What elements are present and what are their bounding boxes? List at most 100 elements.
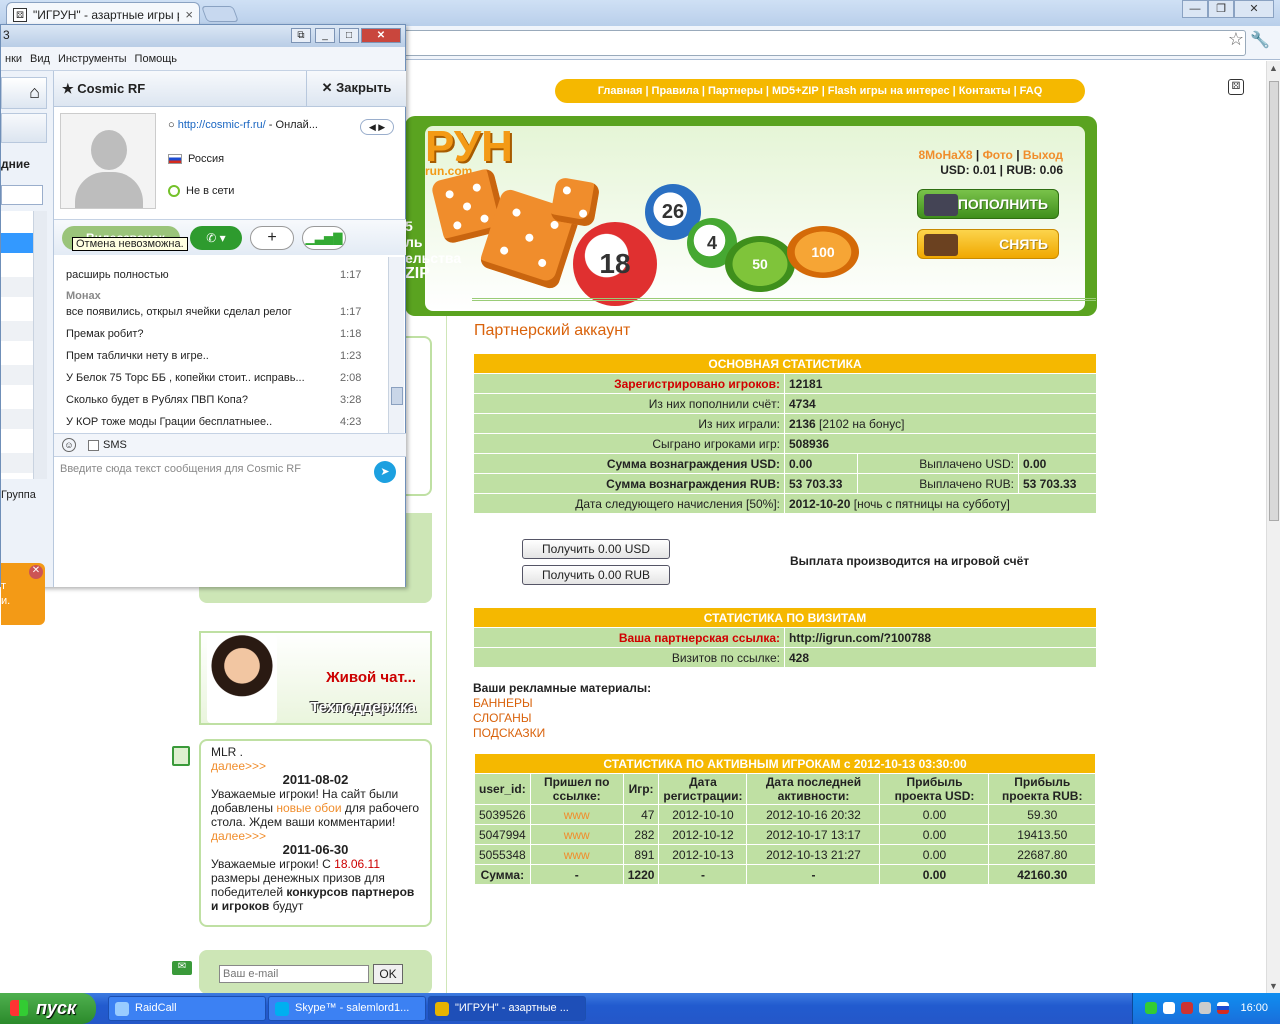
nav-contacts[interactable]: Контакты	[957, 85, 1013, 97]
taskbar-item-chrome[interactable]: "ИГРУН" - азартные ...	[428, 996, 586, 1021]
language-flag-icon[interactable]	[1217, 1002, 1229, 1014]
scroll-down-icon[interactable]: ▼	[1269, 981, 1278, 991]
get-usd-button[interactable]: Получить 0.00 USD	[522, 539, 670, 559]
tray-icon[interactable]	[1163, 1002, 1175, 1014]
stat-label: Ваша партнерская ссылка:	[474, 628, 784, 647]
sidebar-tab[interactable]	[1, 113, 47, 143]
www-link[interactable]: www	[530, 825, 623, 844]
skype-minimize-button[interactable]: _	[315, 28, 335, 43]
photo-link[interactable]: Фото	[983, 148, 1013, 162]
sms-checkbox[interactable]: SMS	[88, 439, 127, 451]
tray-icon[interactable]	[1199, 1002, 1211, 1014]
column-divider	[446, 316, 447, 993]
minimize-button[interactable]: —	[1182, 0, 1208, 18]
browser-titlebar: ⚄ "ИГРУН" - азартные игры ра × — ❐ ✕	[0, 0, 1280, 26]
chat-scrollbar[interactable]	[388, 257, 404, 433]
subscribe-ok-button[interactable]: OK	[373, 964, 403, 984]
tray-icon[interactable]	[1145, 1002, 1157, 1014]
contact-search-input[interactable]	[1, 185, 43, 205]
contact-item[interactable]	[1, 453, 33, 473]
emoticon-icon[interactable]: ☺	[62, 438, 76, 452]
news-more-link[interactable]: далее>>>	[211, 829, 420, 843]
nav-home[interactable]: Главная	[596, 85, 645, 97]
logout-link[interactable]: Выход	[1023, 148, 1063, 162]
close-window-button[interactable]: ✕	[1234, 0, 1274, 18]
contact-item[interactable]	[1, 365, 33, 385]
call-quality-icon[interactable]: ▁▃▅▇	[302, 226, 346, 250]
tab-close-icon[interactable]: ×	[185, 7, 193, 22]
call-button[interactable]: ✆ ▾	[190, 226, 242, 250]
contact-item[interactable]	[1, 321, 33, 341]
get-rub-button[interactable]: Получить 0.00 RUB	[522, 565, 670, 585]
start-button[interactable]: пуск	[0, 993, 96, 1024]
offline-status-icon	[168, 185, 180, 198]
live-chat-label: Живой чат...	[326, 669, 416, 686]
menu-item[interactable]: нки	[1, 53, 26, 65]
nav-partners[interactable]: Партнеры	[706, 85, 765, 97]
slogans-link[interactable]: СЛОГАНЫ	[473, 711, 651, 726]
group-label[interactable]: Группа	[1, 489, 36, 501]
table-cell: 0.00	[880, 825, 989, 844]
menu-help[interactable]: Помощь	[131, 53, 182, 65]
skype-menubar: нки Вид Инструменты Помощь	[1, 47, 405, 71]
skype-close-button[interactable]: ✕	[361, 28, 401, 43]
message-input[interactable]: Введите сюда текст сообщения для Cosmic …	[60, 463, 301, 475]
contact-selected[interactable]	[1, 233, 33, 253]
hints-link[interactable]: ПОДСКАЗКИ	[473, 726, 651, 741]
stat-value: 0.00	[1019, 454, 1096, 473]
page-scrollbar[interactable]: ▲ ▼	[1266, 61, 1280, 993]
banners-link[interactable]: БАННЕРЫ	[473, 696, 651, 711]
email-field[interactable]	[219, 965, 369, 983]
nav-md5zip[interactable]: MD5+ZIP	[770, 85, 821, 97]
news-more-link[interactable]: далее>>>	[211, 759, 420, 773]
chat-scroll-thumb[interactable]	[391, 387, 403, 405]
stat-label: Дата следующего начисления [50%]:	[474, 494, 784, 513]
withdraw-button[interactable]: СНЯТЬ	[917, 229, 1059, 259]
column-header: user_id:	[475, 774, 530, 804]
nav-rules[interactable]: Правила	[650, 85, 701, 97]
www-link[interactable]: www	[530, 805, 623, 824]
contact-item[interactable]	[1, 277, 33, 297]
mood-link[interactable]: http://cosmic-rf.ru/	[178, 119, 266, 131]
taskbar-item-raidcall[interactable]: RaidCall	[108, 996, 266, 1021]
news-text: MLR .	[211, 745, 244, 759]
chat-history: расширь полностью 1:17 Монах все появилис…	[54, 257, 388, 433]
address-bar[interactable]	[400, 30, 1246, 56]
nav-faq[interactable]: FAQ	[1018, 85, 1045, 97]
add-button[interactable]: +	[250, 226, 294, 250]
www-link[interactable]: www	[530, 845, 623, 864]
contact-list	[1, 211, 47, 479]
table-cell: 5039526	[475, 805, 530, 824]
contact-scrollbar[interactable]	[33, 211, 47, 479]
tray-icon[interactable]	[1181, 1002, 1193, 1014]
stat-label: Из них играли:	[474, 414, 784, 433]
menu-tools[interactable]: Инструменты	[54, 53, 131, 65]
home-icon[interactable]: ⌂	[1, 77, 47, 109]
send-icon[interactable]: ➤	[374, 461, 396, 483]
table-cell: 2012-10-13 21:27	[747, 845, 880, 864]
partner-link[interactable]: http://igrun.com/?100788	[785, 628, 1096, 647]
skype-maximize-button[interactable]: □	[339, 28, 359, 43]
mood-scroll-arrows[interactable]: ◀ ▶	[360, 119, 394, 135]
contact-name: ★ Cosmic RF	[62, 81, 146, 96]
close-conversation-button[interactable]: ✕ Закрыть	[306, 71, 406, 107]
wrench-menu-icon[interactable]: 🔧	[1250, 30, 1270, 50]
taskbar-item-skype[interactable]: Skype™ - salemlord1...	[268, 996, 426, 1021]
browser-tab[interactable]: ⚄ "ИГРУН" - азартные игры ра ×	[6, 2, 200, 26]
topup-button[interactable]: ПОПОЛНИТЬ	[917, 189, 1059, 219]
maximize-button[interactable]: ❐	[1208, 0, 1234, 18]
bookmark-star-icon[interactable]: ☆	[1228, 29, 1244, 50]
menu-view[interactable]: Вид	[26, 53, 54, 65]
new-tab-button[interactable]	[201, 6, 239, 22]
support-banner[interactable]: Живой чат... Техподдержка	[199, 631, 432, 725]
stat-value: 428	[785, 648, 1096, 667]
scroll-thumb[interactable]	[1269, 81, 1279, 521]
dismiss-icon[interactable]: ✕	[29, 565, 43, 579]
payout-note: Выплата производится на игровой счёт	[790, 554, 1030, 568]
contact-item[interactable]	[1, 409, 33, 429]
compact-view-button[interactable]: ⧉	[291, 28, 311, 43]
scroll-up-icon[interactable]: ▲	[1269, 63, 1278, 73]
username-link[interactable]: 8МоНаХ8	[919, 148, 973, 162]
nav-flash-games[interactable]: Flash игры на интерес	[826, 85, 952, 97]
promo-notice[interactable]: т и. ✕	[1, 563, 45, 625]
